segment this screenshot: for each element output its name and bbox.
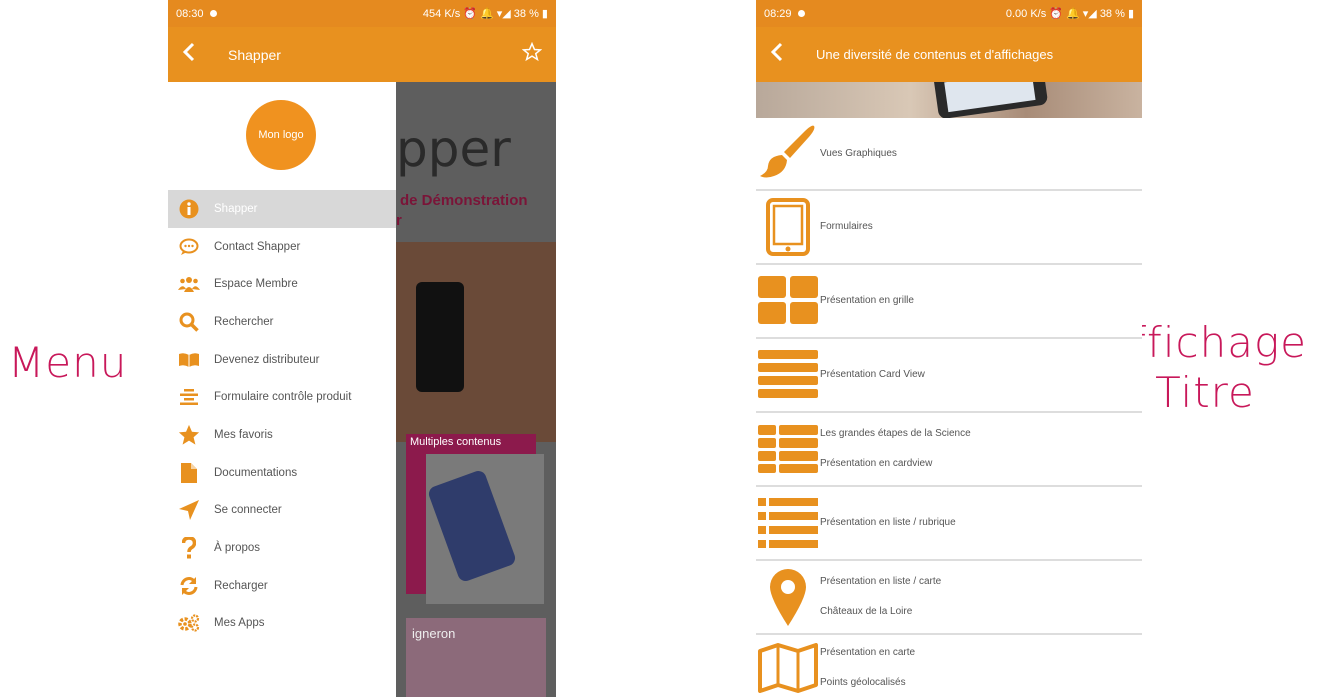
logo-avatar: Mon logo bbox=[246, 100, 316, 170]
menu-label: Se connecter bbox=[214, 504, 282, 517]
menu-item-shapper[interactable]: Shapper bbox=[168, 190, 396, 228]
menu-label: Shapper bbox=[214, 202, 258, 215]
file-icon bbox=[178, 462, 200, 484]
search-icon bbox=[178, 311, 200, 333]
list-item-line: Présentation Card View bbox=[820, 369, 925, 380]
menu-item-espace-membre[interactable]: Espace Membre bbox=[168, 265, 396, 303]
list-item-line: Présentation en carte bbox=[820, 647, 916, 658]
app-phone-photo bbox=[426, 454, 544, 604]
menu-label: Recharger bbox=[214, 579, 268, 592]
band-label: Multiples contenus bbox=[410, 436, 502, 448]
headline-continued: r bbox=[396, 212, 402, 229]
grid-icon bbox=[756, 276, 820, 326]
back-chevron-icon[interactable] bbox=[770, 41, 806, 69]
list-item-line: Formulaires bbox=[820, 221, 873, 232]
menu-label: Devenez distributeur bbox=[214, 353, 320, 366]
status-bar: 08:29 0.00 K/s ⏰ 🔔 ▾◢ 38 % ▮ bbox=[756, 0, 1142, 27]
app-bar-title: Une diversité de contenus et d'affichage… bbox=[816, 47, 1054, 62]
notification-dot-icon bbox=[797, 9, 805, 17]
notification-dot-icon bbox=[209, 9, 217, 17]
menu-item-rechercher[interactable]: Rechercher bbox=[168, 303, 396, 341]
vigneron-card: igneron bbox=[406, 618, 546, 697]
list-item-liste-carte[interactable]: Présentation en liste / carte Châteaux d… bbox=[756, 561, 1142, 635]
gears-icon bbox=[178, 612, 200, 634]
menu-item-se-connecter[interactable]: Se connecter bbox=[168, 492, 396, 530]
status-time: 08:30 bbox=[176, 7, 204, 20]
paint-brush-icon bbox=[756, 124, 820, 184]
app-bar: Shapper bbox=[168, 27, 556, 82]
menu-item-documentations[interactable]: Documentations bbox=[168, 454, 396, 492]
list-item-line: Châteaux de la Loire bbox=[820, 606, 913, 617]
menu-label: À propos bbox=[214, 542, 261, 555]
star-icon bbox=[178, 424, 200, 446]
list-item-grandes-etapes[interactable]: Les grandes étapes de la Science Présent… bbox=[756, 413, 1142, 487]
list-item-line: Les grandes étapes de la Science bbox=[820, 428, 971, 439]
menu-caption: Menu bbox=[8, 338, 128, 387]
menu-label: Mes favoris bbox=[214, 428, 273, 441]
list-item-line: Présentation en grille bbox=[820, 295, 914, 306]
phone-menu-screen: 08:30 454 K/s ⏰ 🔔 ▾◢ 38 % ▮ Shapper pper… bbox=[168, 0, 556, 697]
list-item-formulaires[interactable]: Formulaires bbox=[756, 191, 1142, 265]
chat-bubble-icon bbox=[178, 236, 200, 258]
headline: de Démonstration bbox=[400, 192, 528, 209]
drawer-menu: Shapper Contact Shapper Espace Membre Re… bbox=[168, 190, 396, 642]
list-item-line: Points géolocalisés bbox=[820, 677, 906, 688]
users-icon bbox=[178, 273, 200, 295]
status-bar: 08:30 454 K/s ⏰ 🔔 ▾◢ 38 % ▮ bbox=[168, 0, 556, 27]
star-outline-icon[interactable] bbox=[521, 41, 543, 68]
status-indicators: 0.00 K/s ⏰ 🔔 ▾◢ 38 % ▮ bbox=[1005, 8, 1134, 20]
menu-label: Contact Shapper bbox=[214, 240, 301, 253]
menu-item-a-propos[interactable]: À propos bbox=[168, 529, 396, 567]
card-view-icon bbox=[756, 350, 820, 400]
list-item-vues-graphiques[interactable]: Vues Graphiques bbox=[756, 118, 1142, 191]
hand-phone-photo bbox=[396, 242, 556, 442]
status-indicators: 454 K/s ⏰ 🔔 ▾◢ 38 % ▮ bbox=[422, 8, 548, 20]
map-marker-icon bbox=[756, 568, 820, 626]
navigation-drawer: Mon logo Shapper Contact Shapper Espace … bbox=[168, 82, 396, 697]
logo-text: Mon logo bbox=[258, 129, 304, 141]
hero-image bbox=[756, 82, 1142, 118]
list-item-card-view[interactable]: Présentation Card View bbox=[756, 339, 1142, 413]
question-icon bbox=[178, 537, 200, 559]
status-time: 08:29 bbox=[764, 7, 792, 20]
list-item-line: Présentation en liste / rubrique bbox=[820, 517, 956, 528]
menu-label: Espace Membre bbox=[214, 278, 298, 291]
list-item-presentation-grille[interactable]: Présentation en grille bbox=[756, 265, 1142, 339]
menu-item-mes-favoris[interactable]: Mes favoris bbox=[168, 416, 396, 454]
list-item-line: Vues Graphiques bbox=[820, 147, 897, 159]
map-icon bbox=[756, 643, 820, 693]
info-icon bbox=[178, 198, 200, 220]
list-item-line: Présentation en cardview bbox=[820, 458, 933, 469]
menu-item-contact-shapper[interactable]: Contact Shapper bbox=[168, 228, 396, 266]
app-bar: Une diversité de contenus et d'affichage… bbox=[756, 27, 1142, 82]
list-item-text: Présentation en liste / carte Châteaux d… bbox=[820, 567, 941, 627]
menu-item-mes-apps[interactable]: Mes Apps bbox=[168, 605, 396, 643]
dimmed-page-content[interactable]: pper de Démonstration r Multiples conten… bbox=[396, 82, 556, 697]
menu-item-devenez-distributeur[interactable]: Devenez distributeur bbox=[168, 341, 396, 379]
content-list: Vues Graphiques Formulaires Présentation… bbox=[756, 118, 1142, 697]
list-item-liste-rubrique[interactable]: Présentation en liste / rubrique bbox=[756, 487, 1142, 561]
list-item-presentation-carte[interactable]: Présentation en carte Points géolocalisé… bbox=[756, 635, 1142, 697]
menu-label: Mes Apps bbox=[214, 617, 265, 630]
menu-item-formulaire-controle-produit[interactable]: Formulaire contrôle produit bbox=[168, 378, 396, 416]
menu-label: Rechercher bbox=[214, 315, 274, 328]
refresh-icon bbox=[178, 575, 200, 597]
location-arrow-icon bbox=[178, 499, 200, 521]
book-icon bbox=[178, 349, 200, 371]
back-chevron-icon[interactable] bbox=[182, 41, 218, 69]
menu-label: Formulaire contrôle produit bbox=[214, 391, 352, 404]
phone-content-screen: 08:29 0.00 K/s ⏰ 🔔 ▾◢ 38 % ▮ Une diversi… bbox=[756, 0, 1142, 697]
list-icon bbox=[756, 498, 820, 548]
align-center-icon bbox=[178, 386, 200, 408]
app-bar-title: Shapper bbox=[228, 46, 281, 63]
list-item-text: Les grandes étapes de la Science Présent… bbox=[820, 419, 971, 479]
menu-label: Documentations bbox=[214, 466, 298, 479]
menu-item-recharger[interactable]: Recharger bbox=[168, 567, 396, 605]
tablet-icon bbox=[756, 198, 820, 256]
list-item-line: Présentation en liste / carte bbox=[820, 576, 942, 587]
card-list-icon bbox=[756, 425, 820, 473]
band2-label: igneron bbox=[412, 626, 456, 641]
list-item-text: Présentation en carte Points géolocalisé… bbox=[820, 638, 915, 697]
brand-title: pper bbox=[396, 120, 511, 178]
